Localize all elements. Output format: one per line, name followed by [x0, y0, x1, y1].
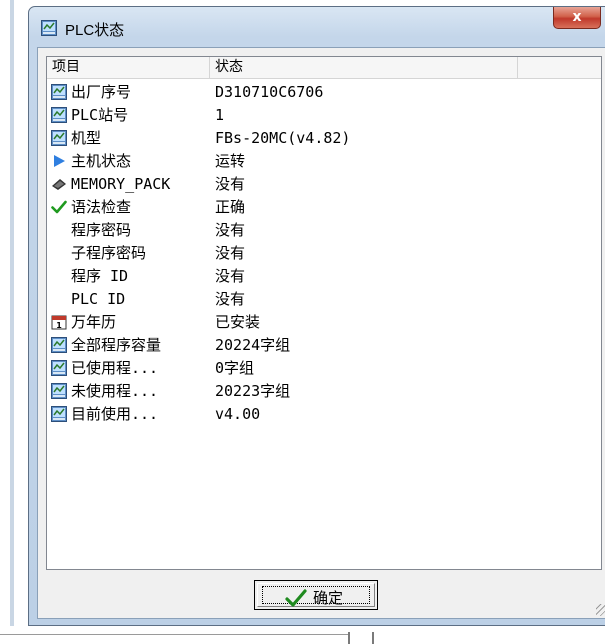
row-status-value: 0字组: [215, 359, 255, 377]
plc-icon: [51, 107, 67, 123]
status-list-view[interactable]: 项目 状态 出厂序号 D310710C6706 PLC站号 1 机型 FBs-20MC(v…: [46, 56, 602, 570]
play-arrow-icon: [51, 153, 67, 169]
table-row[interactable]: 主机状态 运转: [47, 150, 601, 173]
row-status-value: FBs-20MC(v4.82): [215, 129, 351, 147]
background-window-edge: [0, 0, 14, 644]
table-row[interactable]: 全部程序容量 20224字组: [47, 334, 601, 357]
plc-icon: [51, 337, 67, 353]
row-item-name: 语法检查: [71, 198, 132, 216]
row-item-name: 未使用程...: [71, 382, 159, 400]
table-row[interactable]: 1 万年历 已安装: [47, 311, 601, 334]
row-status-value: 没有: [215, 221, 246, 239]
row-status-value: 20224字组: [215, 336, 291, 354]
row-status-value: 没有: [215, 290, 246, 308]
row-status-value: 没有: [215, 244, 246, 262]
row-status-value: 1: [215, 106, 225, 124]
checkmark-icon: [51, 199, 67, 215]
row-item-name: 机型: [71, 129, 102, 147]
title-bar[interactable]: PLC状态 x: [29, 7, 605, 51]
plc-status-dialog: PLC状态 x 项目 状态 出厂序号 D310710C6706 PLC站号 1 机型 FB…: [28, 6, 605, 626]
row-item-name: 万年历: [71, 313, 117, 331]
plc-icon: [51, 406, 67, 422]
table-row[interactable]: 未使用程... 20223字组: [47, 380, 601, 403]
row-item-name: 程序 ID: [71, 267, 129, 285]
row-item-name: 程序密码: [71, 221, 132, 239]
window-title: PLC状态: [65, 22, 125, 39]
svg-text:1: 1: [56, 321, 62, 330]
row-status-value: 运转: [215, 152, 246, 170]
table-row[interactable]: 程序 ID 没有: [47, 265, 601, 288]
row-status-value: 已安装: [215, 313, 261, 331]
row-status-value: 没有: [215, 175, 246, 193]
column-header-status[interactable]: 状态: [210, 57, 518, 78]
table-row[interactable]: 目前使用... v4.00: [47, 403, 601, 426]
row-status-value: 20223字组: [215, 382, 291, 400]
plc-icon: [51, 130, 67, 146]
close-button[interactable]: x: [553, 7, 601, 29]
row-status-value: 正确: [215, 198, 246, 216]
table-row[interactable]: 子程序密码 没有: [47, 242, 601, 265]
plc-icon: [51, 84, 67, 100]
list-header: 项目 状态: [47, 57, 601, 79]
row-item-name: 已使用程...: [71, 359, 159, 377]
row-item-name: 全部程序容量: [71, 336, 162, 354]
list-body: 出厂序号 D310710C6706 PLC站号 1 机型 FBs-20MC(v4.82) 主…: [47, 81, 601, 426]
ok-button-frame[interactable]: 确定: [254, 580, 378, 610]
row-status-value: D310710C6706: [215, 83, 324, 101]
row-item-name: PLC ID: [71, 290, 126, 308]
table-row[interactable]: 已使用程... 0字组: [47, 357, 601, 380]
column-header-empty[interactable]: [518, 57, 601, 78]
ok-button[interactable]: 确定: [257, 583, 375, 607]
table-row[interactable]: PLC站号 1: [47, 104, 601, 127]
ok-button-label: 确定: [313, 589, 344, 607]
dialog-client-area: 项目 状态 出厂序号 D310710C6706 PLC站号 1 机型 FBs-20MC(v…: [37, 47, 605, 619]
checkmark-icon: [285, 589, 307, 607]
row-item-name: 出厂序号: [71, 83, 132, 101]
column-header-item[interactable]: 项目: [47, 57, 210, 78]
row-item-name: 子程序密码: [71, 244, 147, 262]
memory-chip-icon: [51, 176, 67, 192]
close-icon: x: [572, 9, 582, 25]
ok-button-focus: 确定: [262, 586, 370, 607]
table-row[interactable]: 机型 FBs-20MC(v4.82): [47, 127, 601, 150]
calendar-icon: 1: [51, 314, 67, 330]
row-item-name: PLC站号: [71, 106, 129, 124]
table-row[interactable]: 出厂序号 D310710C6706: [47, 81, 601, 104]
row-item-name: MEMORY_PACK: [71, 175, 171, 193]
table-row[interactable]: MEMORY_PACK 没有: [47, 173, 601, 196]
resize-grip[interactable]: [596, 604, 605, 616]
plc-icon: [51, 360, 67, 376]
row-item-name: 目前使用...: [71, 405, 159, 423]
table-row[interactable]: 语法检查 正确: [47, 196, 601, 219]
table-row[interactable]: 程序密码 没有: [47, 219, 601, 242]
plc-app-icon: [41, 20, 57, 36]
plc-icon: [51, 383, 67, 399]
row-item-name: 主机状态: [71, 152, 132, 170]
background-window-bottom: [0, 626, 605, 644]
row-status-value: 没有: [215, 267, 246, 285]
row-status-value: v4.00: [215, 405, 261, 423]
table-row[interactable]: PLC ID 没有: [47, 288, 601, 311]
